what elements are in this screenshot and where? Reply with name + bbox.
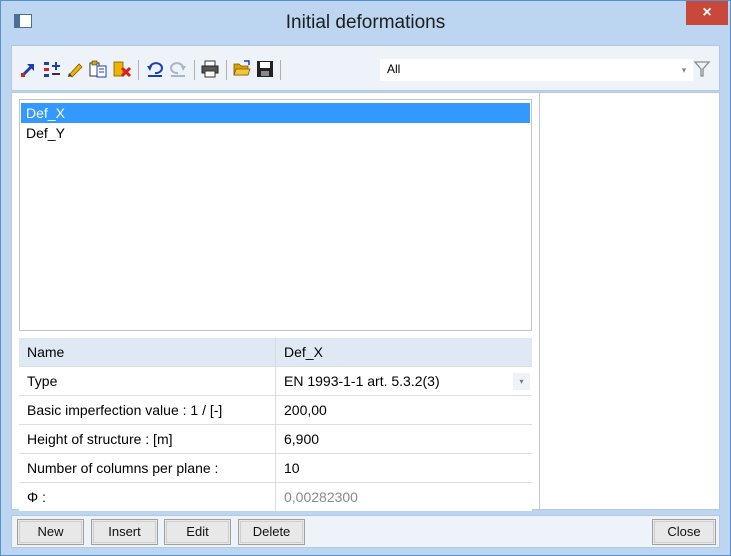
chevron-down-icon[interactable]: ▾: [675, 59, 693, 81]
close-window-button[interactable]: ×: [686, 1, 728, 25]
property-row-name[interactable]: Name Def_X: [19, 338, 532, 367]
close-button[interactable]: Close: [652, 519, 716, 545]
filter-value: All: [387, 62, 401, 76]
import-icon[interactable]: [20, 60, 38, 78]
copy-paste-icon[interactable]: [89, 60, 107, 78]
undo-icon[interactable]: [146, 60, 164, 78]
save-icon[interactable]: [256, 60, 274, 78]
dialog-window: Initial deformations × All ▾ Def_X Def_Y…: [0, 0, 731, 556]
columns-field[interactable]: 10: [284, 460, 300, 476]
button-bar: New Insert Edit Delete Close: [11, 515, 720, 548]
toolbar: All ▾: [11, 45, 720, 91]
main-panel: Def_X Def_Y Name Def_X Type EN 1993-1-1 …: [11, 92, 720, 511]
property-label: Height of structure : [m]: [27, 431, 173, 447]
basic-imperfection-field[interactable]: 200,00: [284, 402, 327, 418]
print-icon[interactable]: [201, 60, 219, 78]
right-pane-divider: [539, 93, 540, 511]
property-label: Type: [27, 373, 58, 389]
filter-select[interactable]: All ▾: [380, 59, 693, 81]
list-item[interactable]: Def_X: [21, 103, 530, 123]
add-item-icon[interactable]: [43, 60, 61, 78]
toolbar-separator: [194, 60, 195, 80]
property-label: Name: [27, 344, 65, 360]
chevron-down-icon[interactable]: ▾: [513, 373, 530, 390]
property-label: Basic imperfection value : 1 / [-]: [27, 402, 223, 418]
edit-button[interactable]: Edit: [164, 519, 231, 545]
property-label: Φ :: [27, 489, 46, 505]
insert-button[interactable]: Insert: [91, 519, 158, 545]
property-value: Def_X: [284, 344, 323, 360]
height-field[interactable]: 6,900: [284, 431, 319, 447]
filter-funnel-icon[interactable]: [692, 59, 712, 79]
deformation-list[interactable]: Def_X Def_Y: [19, 99, 532, 331]
edit-pen-icon[interactable]: [66, 60, 84, 78]
open-folder-icon[interactable]: [233, 60, 251, 78]
window-title: Initial deformations: [285, 12, 446, 33]
property-label: Number of columns per plane :: [27, 460, 219, 476]
property-row-height[interactable]: Height of structure : [m] 6,900: [19, 425, 532, 454]
delete-icon[interactable]: [113, 60, 131, 78]
title-bar[interactable]: Initial deformations ×: [1, 1, 730, 43]
property-row-basic-imperfection[interactable]: Basic imperfection value : 1 / [-] 200,0…: [19, 396, 532, 425]
toolbar-separator: [138, 60, 139, 80]
new-button[interactable]: New: [17, 519, 84, 545]
toolbar-separator: [280, 60, 281, 80]
type-select[interactable]: EN 1993-1-1 art. 5.3.2(3): [284, 373, 440, 389]
redo-icon: [170, 62, 186, 77]
delete-button[interactable]: Delete: [238, 519, 305, 545]
list-item[interactable]: Def_Y: [21, 123, 530, 143]
properties-grid: Name Def_X Type EN 1993-1-1 art. 5.3.2(3…: [19, 338, 532, 511]
phi-value: 0,00282300: [284, 489, 358, 505]
property-row-type[interactable]: Type EN 1993-1-1 art. 5.3.2(3) ▾: [19, 367, 532, 396]
property-row-columns[interactable]: Number of columns per plane : 10: [19, 454, 532, 483]
property-row-phi: Φ : 0,00282300: [19, 483, 532, 511]
toolbar-separator: [226, 60, 227, 80]
